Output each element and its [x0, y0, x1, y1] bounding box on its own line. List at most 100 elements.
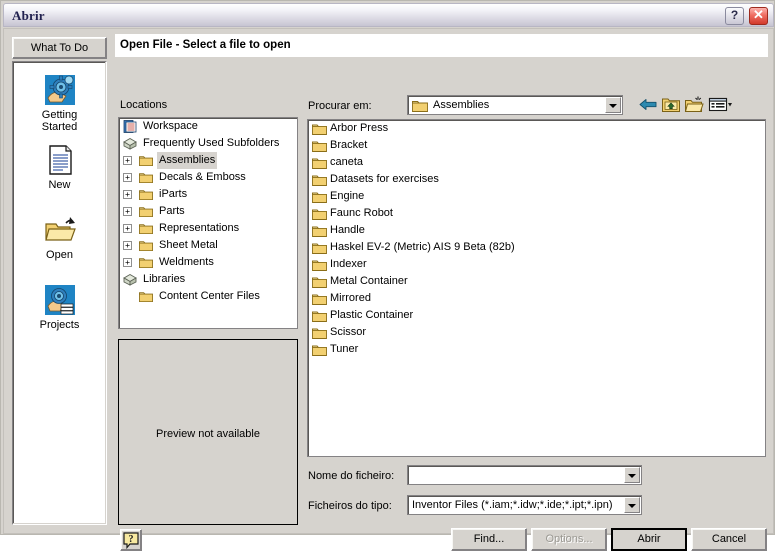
gear-hand-icon — [44, 75, 75, 105]
window-title: Abrir — [12, 8, 45, 23]
sidebar-item-new[interactable]: New — [13, 144, 106, 191]
close-icon[interactable]: ✕ — [749, 7, 768, 25]
file-list-item-label: Bracket — [330, 139, 368, 151]
titlebar-help-button[interactable]: ? — [725, 7, 744, 25]
folder-icon — [139, 224, 153, 235]
tree-item[interactable]: + Sheet Metal — [119, 237, 297, 254]
folder-icon — [139, 173, 153, 184]
tree-expander-icon[interactable]: + — [123, 156, 132, 165]
chevron-down-icon[interactable] — [624, 467, 640, 483]
tree-item[interactable]: Content Center Files — [119, 288, 297, 305]
tree-item[interactable]: + iParts — [119, 186, 297, 203]
look-in-label: Procurar em: — [308, 100, 372, 112]
folder-icon — [312, 277, 327, 288]
folder-icon — [312, 243, 327, 254]
folder-icon — [312, 328, 327, 339]
sidebar-item-label: Getting — [41, 109, 78, 121]
tree-expander-icon[interactable]: + — [123, 190, 132, 199]
folder-icon — [312, 226, 327, 237]
tree-expander-icon[interactable]: + — [123, 258, 132, 267]
tree-item-label: Parts — [159, 205, 185, 217]
options-button: Options... — [531, 528, 607, 551]
tree-expander-icon[interactable]: + — [123, 173, 132, 182]
look-in-value: Assemblies — [433, 99, 490, 111]
file-list-item[interactable]: Indexer — [308, 256, 765, 273]
file-list-item[interactable]: Plastic Container — [308, 307, 765, 324]
file-list-item[interactable]: Handle — [308, 222, 765, 239]
tree-item[interactable]: + Assemblies — [119, 152, 297, 169]
file-list-item[interactable]: Bracket — [308, 137, 765, 154]
folder-icon — [139, 207, 153, 218]
sidebar-item-open[interactable]: Open — [13, 214, 106, 261]
tree-item[interactable]: + Decals & Emboss — [119, 169, 297, 186]
look-in-dropdown[interactable]: Assemblies — [407, 95, 623, 115]
sidebar-item-label-2: Started — [41, 121, 78, 133]
file-list-item[interactable]: Haskel EV-2 (Metric) AIS 9 Beta (82b) — [308, 239, 765, 256]
file-list-item[interactable]: Faunc Robot — [308, 205, 765, 222]
file-list-item[interactable]: Scissor — [308, 324, 765, 341]
file-list-item-label: caneta — [330, 156, 364, 168]
help-icon: ? — [123, 532, 139, 550]
file-type-dropdown[interactable]: Inventor Files (*.iam;*.idw;*.ide;*.ipt;… — [407, 495, 642, 515]
file-list-item[interactable]: Engine — [308, 188, 765, 205]
dialog-client-area: What To Do Getting Started New Open Proj… — [3, 28, 774, 551]
new-document-icon — [48, 145, 72, 175]
find-button[interactable]: Find... — [451, 528, 527, 551]
chevron-down-icon[interactable] — [624, 497, 640, 513]
locations-tree[interactable]: Workspace Frequently Used Subfolders + Asse… — [118, 117, 298, 329]
tree-item[interactable]: Libraries — [119, 271, 297, 288]
what-to-do-button[interactable]: What To Do — [12, 37, 107, 59]
folder-icon — [139, 190, 153, 201]
tree-expander-icon[interactable]: + — [123, 207, 132, 216]
tree-item[interactable]: + Weldments — [119, 254, 297, 271]
file-list-item-label: Tuner — [330, 343, 359, 355]
file-list-item[interactable]: Arbor Press — [308, 120, 765, 137]
cancel-button[interactable]: Cancel — [691, 528, 767, 551]
tree-expander-icon[interactable]: + — [123, 241, 132, 250]
file-list-item[interactable]: Mirrored — [308, 290, 765, 307]
chevron-down-icon[interactable] — [605, 97, 621, 113]
file-list-item-label: Scissor — [330, 326, 367, 338]
file-type-value: Inventor Files (*.iam;*.idw;*.ide;*.ipt;… — [412, 499, 613, 511]
open-folder-icon — [44, 217, 76, 241]
new-folder-icon[interactable] — [684, 95, 704, 114]
folder-icon — [312, 141, 327, 152]
tree-item[interactable]: Workspace — [119, 118, 297, 135]
file-name-input[interactable] — [407, 465, 642, 485]
tree-item[interactable]: Frequently Used Subfolders — [119, 135, 297, 152]
file-list[interactable]: Arbor Press Bracket caneta Datasets for exe… — [307, 119, 766, 457]
folder-icon — [312, 260, 327, 271]
file-list-item-label: Engine — [330, 190, 365, 202]
folder-icon — [312, 311, 327, 322]
help-button[interactable]: ? — [120, 529, 142, 551]
open-file-dialog: Abrir ? ✕ What To Do Getting Started New… — [0, 0, 775, 551]
sidebar-panel: Getting Started New Open Projects — [12, 61, 107, 525]
file-list-item[interactable]: Metal Container — [308, 273, 765, 290]
tree-expander-icon[interactable]: + — [123, 224, 132, 233]
file-list-item[interactable]: caneta — [308, 154, 765, 171]
file-list-item-label: Arbor Press — [330, 122, 389, 134]
tree-item[interactable]: + Representations — [119, 220, 297, 237]
tree-item-label: Frequently Used Subfolders — [143, 137, 280, 149]
folder-icon — [312, 209, 327, 220]
dialog-header: Open File - Select a file to open — [114, 33, 769, 58]
folder-icon — [412, 101, 428, 112]
tree-item-label: Content Center Files — [159, 290, 260, 302]
folder-icon — [312, 124, 327, 135]
file-list-item[interactable]: Tuner — [308, 341, 765, 358]
open-button[interactable]: Abrir — [611, 528, 687, 551]
preview-pane: Preview not available — [118, 339, 298, 525]
file-list-item[interactable]: Datasets for exercises — [308, 171, 765, 188]
sidebar-item-projects[interactable]: Projects — [13, 284, 106, 331]
tree-item[interactable]: + Parts — [119, 203, 297, 220]
sidebar-item-getting-started[interactable]: Getting Started — [13, 74, 106, 133]
back-arrow-icon[interactable] — [638, 95, 658, 114]
file-list-item-label: Indexer — [330, 258, 367, 270]
up-folder-icon[interactable] — [661, 95, 681, 114]
preview-message: Preview not available — [156, 428, 260, 440]
views-menu-icon[interactable] — [708, 95, 732, 114]
workspace-icon — [123, 120, 137, 133]
title-bar: Abrir ? ✕ — [3, 3, 774, 27]
file-list-item-label: Plastic Container — [330, 309, 414, 321]
page-title: Open File - Select a file to open — [120, 39, 291, 51]
